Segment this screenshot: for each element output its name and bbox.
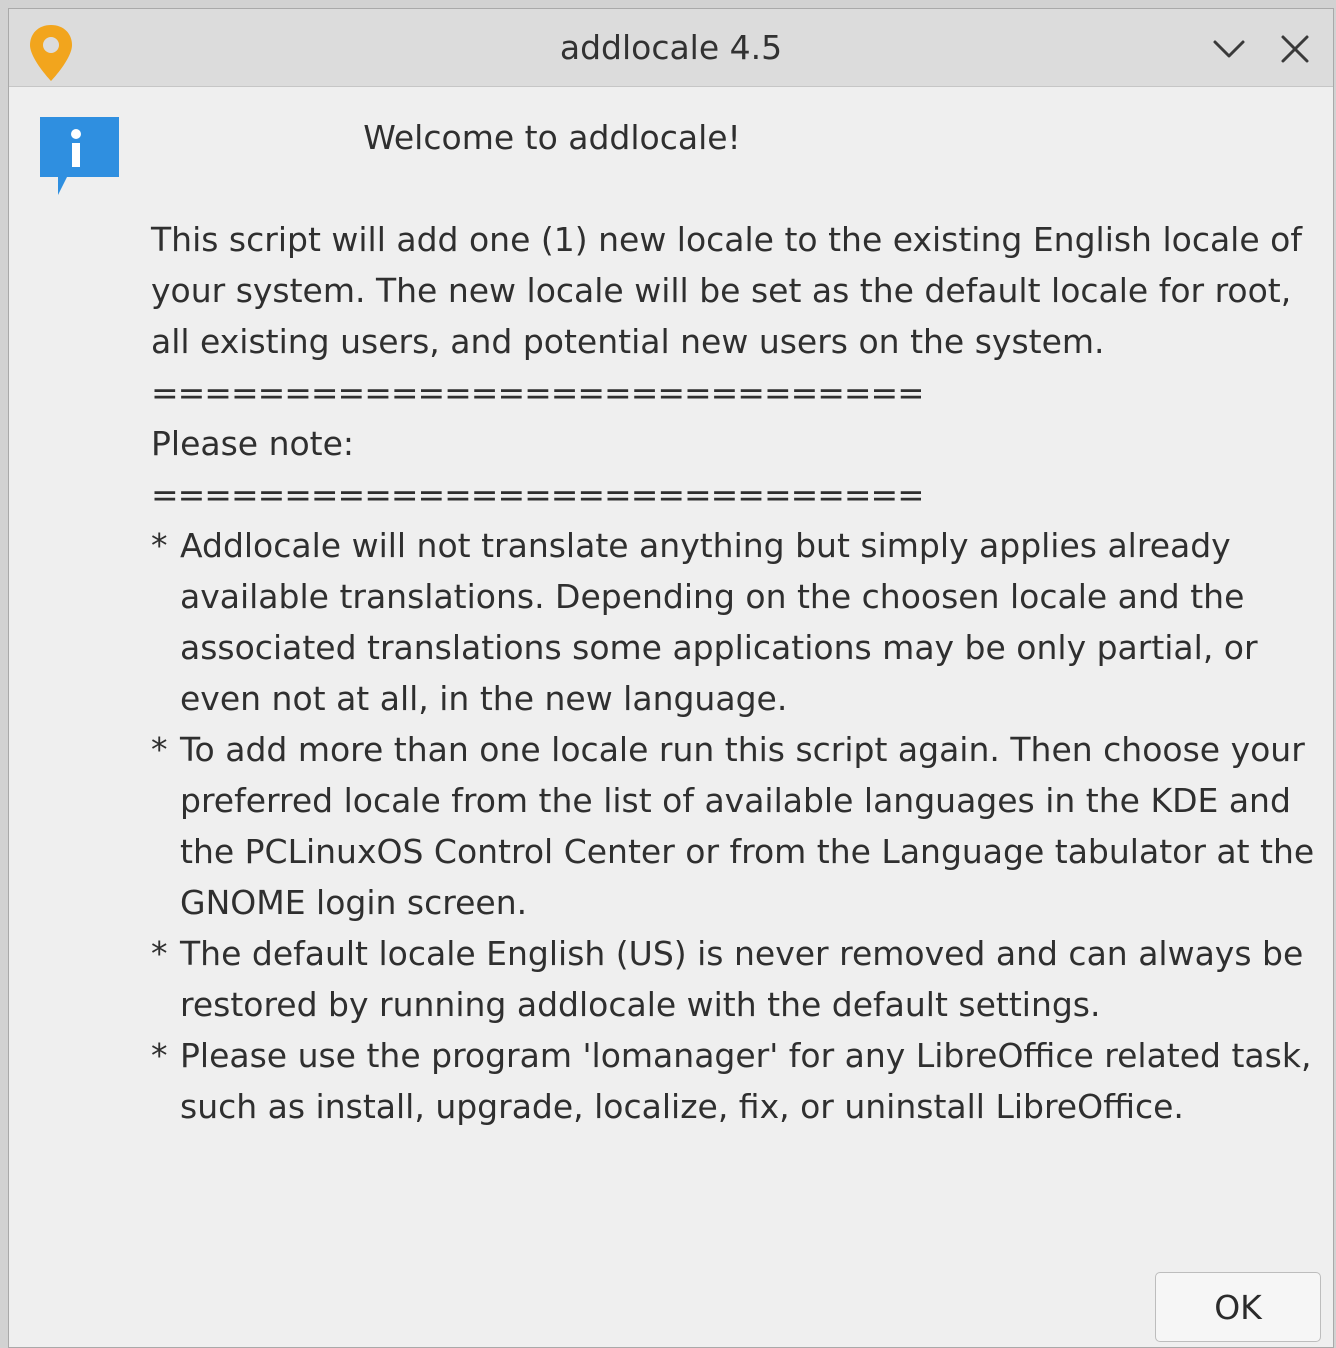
bullet-text: To add more than one locale run this scr… [180,730,1315,922]
close-icon[interactable] [1275,29,1315,69]
dialog-window: addlocale 4.5 Welcome to addlocale! This… [8,8,1334,1348]
list-item: * Please use the program 'lomanager' for… [151,1030,1321,1132]
info-icon [40,117,119,195]
bullet-mark: * [151,1036,168,1075]
bullet-text: The default locale English (US) is never… [180,934,1304,1024]
separator-line: ========================================… [151,475,921,514]
chevron-down-icon[interactable] [1209,29,1249,69]
list-item: * Addlocale will not translate anything … [151,520,1321,724]
bullet-text: Please use the program 'lomanager' for a… [180,1036,1312,1126]
bullet-mark: * [151,526,168,565]
ok-button[interactable]: OK [1155,1272,1321,1342]
note-label: Please note: [151,424,355,463]
dialog-heading: Welcome to addlocale! [363,118,741,157]
bullet-mark: * [151,934,168,973]
separator-line: ========================================… [151,373,921,412]
bullet-mark: * [151,730,168,769]
window-title: addlocale 4.5 [559,28,783,67]
bullet-text: Addlocale will not translate anything bu… [180,526,1258,718]
list-item: * The default locale English (US) is nev… [151,928,1321,1030]
intro-text: This script will add one (1) new locale … [151,220,1313,361]
dialog-message: This script will add one (1) new locale … [151,214,1321,1132]
list-item: * To add more than one locale run this s… [151,724,1321,928]
titlebar[interactable]: addlocale 4.5 [9,9,1333,87]
